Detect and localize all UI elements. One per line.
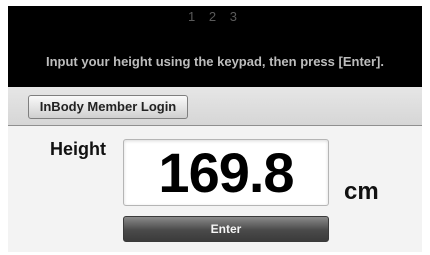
instruction-text: Input your height using the keypad, then… <box>45 54 385 69</box>
height-value: 169.8 <box>158 141 294 204</box>
height-input-panel: Height 169.8 cm Enter <box>8 126 422 252</box>
enter-button[interactable]: Enter <box>123 216 329 242</box>
instruction-panel: 1 2 3 Input your height using the keypad… <box>8 6 422 87</box>
inbody-screen: 1 2 3 Input your height using the keypad… <box>8 6 422 252</box>
login-bar: InBody Member Login <box>8 87 422 126</box>
height-label: Height <box>50 139 106 159</box>
member-login-button[interactable]: InBody Member Login <box>28 95 188 119</box>
height-unit: cm <box>344 178 379 205</box>
step-indicator: 1 2 3 <box>188 9 242 24</box>
height-value-field[interactable]: 169.8 <box>123 139 329 206</box>
